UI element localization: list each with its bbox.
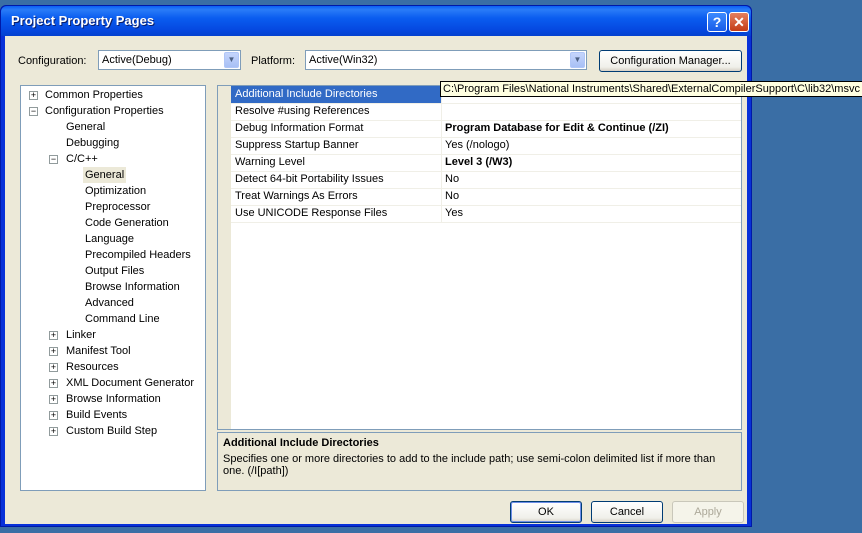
tree-label: Language [85, 233, 134, 245]
tree-label: C/C++ [66, 153, 98, 165]
configuration-select[interactable]: Active(Debug) ▼ [98, 50, 241, 70]
grid-gutter [218, 86, 231, 429]
description-title: Additional Include Directories [223, 437, 379, 449]
configuration-manager-button[interactable]: Configuration Manager... [599, 50, 742, 72]
chevron-down-icon[interactable]: ▼ [224, 52, 239, 68]
tree-label: Advanced [85, 297, 134, 309]
tree-label: Output Files [85, 265, 145, 277]
tree-label: Debugging [66, 137, 120, 149]
property-name: Additional Include Directories [235, 88, 378, 100]
tree-label: Browse Information [85, 281, 180, 293]
expand-icon[interactable]: + [49, 363, 58, 372]
property-value[interactable]: Level 3 (/W3) [445, 156, 512, 168]
property-name: Warning Level [235, 156, 305, 168]
tree-label: Preprocessor [85, 201, 151, 213]
tree-label: Browse Information [66, 393, 161, 405]
tree-label: XML Document Generator [66, 377, 194, 389]
tree-label: Code Generation [85, 217, 169, 229]
tree-label: Common Properties [45, 89, 143, 101]
tree-label: Precompiled Headers [85, 249, 191, 261]
property-value[interactable]: Yes [445, 207, 463, 219]
tree-label: Build Events [66, 409, 128, 421]
property-row[interactable]: Resolve #using References [231, 103, 741, 121]
column-divider[interactable] [441, 103, 442, 120]
cancel-button[interactable]: Cancel [591, 501, 663, 523]
tree-label: General [66, 121, 106, 133]
title-bar[interactable]: Project Property Pages ? ✕ [1, 6, 751, 36]
property-value[interactable]: No [445, 190, 459, 202]
expand-icon[interactable]: + [49, 347, 58, 356]
tree-label: Manifest Tool [66, 345, 131, 357]
tree-label: Resources [66, 361, 119, 373]
property-name: Detect 64-bit Portability Issues [235, 173, 384, 185]
tree-label: Linker [66, 329, 96, 341]
tree-label: Configuration Properties [45, 105, 164, 117]
tree-label: Custom Build Step [66, 425, 158, 437]
help-icon[interactable]: ? [707, 12, 727, 32]
tree-label: Optimization [85, 185, 147, 197]
platform-value: Active(Win32) [309, 54, 378, 66]
column-divider[interactable] [441, 205, 442, 222]
window-title: Project Property Pages [11, 13, 155, 28]
expand-icon[interactable]: + [49, 379, 58, 388]
column-divider[interactable] [441, 188, 442, 205]
property-row[interactable]: Treat Warnings As Errors No [231, 188, 741, 206]
column-divider[interactable] [441, 171, 442, 188]
platform-select[interactable]: Active(Win32) ▼ [305, 50, 587, 70]
expand-icon[interactable]: + [49, 395, 58, 404]
property-name: Debug Information Format [235, 122, 364, 134]
tree-label: Command Line [85, 313, 160, 325]
column-divider[interactable] [441, 137, 442, 154]
ok-button[interactable]: OK [510, 501, 582, 523]
description-text: Specifies one or more directories to add… [223, 453, 716, 477]
column-divider[interactable] [441, 120, 442, 137]
close-icon[interactable]: ✕ [729, 12, 749, 32]
description-panel: Additional Include Directories Specifies… [217, 432, 742, 491]
property-row[interactable]: Warning Level Level 3 (/W3) [231, 154, 741, 172]
path-tooltip: C:\Program Files\National Instruments\Sh… [440, 81, 862, 97]
tree-label: General [83, 167, 127, 183]
configuration-value: Active(Debug) [102, 54, 172, 66]
apply-button[interactable]: Apply [672, 501, 744, 523]
property-row[interactable]: Use UNICODE Response Files Yes [231, 205, 741, 223]
collapse-icon[interactable]: − [49, 155, 58, 164]
property-row[interactable]: Detect 64-bit Portability Issues No [231, 171, 741, 189]
chevron-down-icon[interactable]: ▼ [570, 52, 585, 68]
dialog-client: Configuration: Active(Debug) ▼ Platform:… [5, 36, 747, 524]
property-tree: + Common Properties − Configuration Prop… [20, 85, 206, 491]
property-row[interactable]: Suppress Startup Banner Yes (/nologo) [231, 137, 741, 155]
property-name: Resolve #using References [235, 105, 370, 117]
expand-icon[interactable]: + [49, 427, 58, 436]
property-value[interactable]: Program Database for Edit & Continue (/Z… [445, 122, 669, 134]
configuration-label: Configuration: [18, 55, 87, 67]
property-value[interactable]: Yes (/nologo) [445, 139, 509, 151]
platform-label: Platform: [251, 55, 296, 67]
property-name: Suppress Startup Banner [235, 139, 359, 151]
expand-icon[interactable]: + [49, 411, 58, 420]
expand-icon[interactable]: + [29, 91, 38, 100]
property-row[interactable]: Debug Information Format Program Database… [231, 120, 741, 138]
expand-icon[interactable]: + [49, 331, 58, 340]
column-divider[interactable] [441, 154, 442, 171]
collapse-icon[interactable]: − [29, 107, 38, 116]
property-name: Treat Warnings As Errors [235, 190, 358, 202]
property-grid: Additional Include Directories Resolve #u… [217, 85, 742, 430]
property-name: Use UNICODE Response Files [235, 207, 388, 219]
property-value[interactable]: No [445, 173, 459, 185]
